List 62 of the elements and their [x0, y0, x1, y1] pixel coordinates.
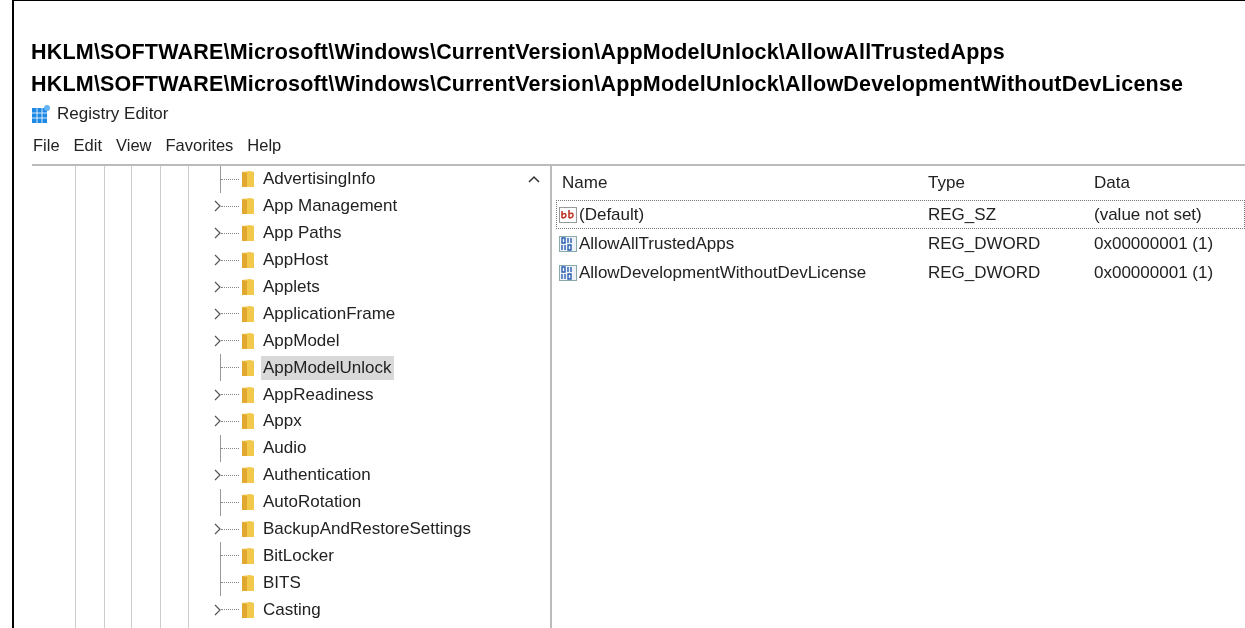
value-data: 0x00000001 (1) [1094, 261, 1215, 284]
tree-item[interactable]: App Paths [261, 221, 344, 246]
folder-icon [241, 304, 255, 323]
tree-item[interactable]: AutoRotation [261, 490, 364, 515]
folder-icon [241, 573, 255, 592]
value-name: AllowAllTrustedApps [579, 232, 735, 255]
folder-icon [241, 331, 255, 350]
value-type: REG_DWORD [928, 232, 1042, 255]
tree-item[interactable]: Authentication [261, 463, 373, 488]
tree-item[interactable]: BITS [261, 570, 303, 595]
tree-item[interactable]: AppModel [261, 328, 342, 353]
tree-item[interactable]: Applets [261, 275, 322, 299]
tree-item[interactable]: AppHost [261, 248, 331, 273]
tree-item[interactable]: ApplicationFrame [261, 301, 398, 326]
value-type: REG_SZ [928, 203, 998, 226]
value-row[interactable]: AllowAllTrustedApps REG_DWORD 0x00000001 (1) [556, 229, 1245, 258]
folder-icon [241, 546, 255, 565]
string-value-icon [559, 206, 577, 223]
menu-item[interactable]: Favorites [165, 132, 234, 158]
folder-icon [241, 520, 255, 538]
tree-item[interactable]: Appx [261, 409, 304, 434]
folder-icon [241, 466, 255, 485]
folder-icon [241, 600, 255, 619]
column-header[interactable]: Type [928, 170, 1094, 196]
tree-item[interactable]: App Management [261, 194, 400, 219]
menu-item[interactable]: Edit [73, 132, 103, 158]
value-name: AllowDevelopmentWithoutDevLicense [579, 261, 867, 284]
registry-editor-icon [31, 104, 51, 124]
value-name: (Default) [579, 203, 645, 226]
tree-item[interactable]: BitLocker [261, 543, 336, 568]
folder-icon [241, 278, 255, 296]
column-header[interactable]: Data [1094, 170, 1244, 196]
tree-item[interactable]: Audio [261, 436, 309, 461]
folder-icon [241, 412, 255, 431]
tree-item[interactable]: BackupAndRestoreSettings [261, 517, 473, 541]
tree-item[interactable]: Casting [261, 597, 323, 622]
folder-icon [241, 493, 255, 512]
folder-icon [241, 358, 255, 377]
registry-path: HKLM\SOFTWARE\Microsoft\Windows\CurrentVersion\AppModelUnlock\AllowDevelopmentWithoutDevLicense [31, 71, 1185, 98]
tree-item[interactable]: AppModelUnlock [261, 355, 394, 380]
window-title: Registry Editor [57, 103, 169, 126]
column-header[interactable]: Name [556, 170, 928, 196]
menu-item[interactable]: File [33, 132, 60, 158]
folder-icon [241, 170, 255, 189]
binary-value-icon [559, 235, 577, 252]
folder-icon [241, 439, 255, 458]
tree-item[interactable]: AppReadiness [261, 382, 376, 407]
registry-path: HKLM\SOFTWARE\Microsoft\Windows\CurrentVersion\AppModelUnlock\AllowAllTrustedApps [31, 39, 1006, 66]
binary-value-icon [559, 264, 577, 281]
value-type: REG_DWORD [928, 261, 1042, 284]
folder-icon [241, 197, 255, 216]
folder-icon [241, 385, 255, 404]
folder-icon [241, 224, 255, 243]
menu-item[interactable]: Help [247, 132, 282, 158]
value-row[interactable]: AllowDevelopmentWithoutDevLicense REG_DWORD 0x00000001 (1) [556, 258, 1245, 287]
tree-item[interactable]: AdvertisingInfo [261, 167, 378, 192]
menu-item[interactable]: View [116, 132, 152, 158]
value-data: 0x00000001 (1) [1094, 232, 1215, 255]
scroll-up-icon[interactable] [528, 175, 540, 183]
value-data: (value not set) [1094, 203, 1203, 226]
value-row[interactable]: (Default) REG_SZ (value not set) [556, 200, 1245, 229]
folder-icon [241, 251, 255, 270]
